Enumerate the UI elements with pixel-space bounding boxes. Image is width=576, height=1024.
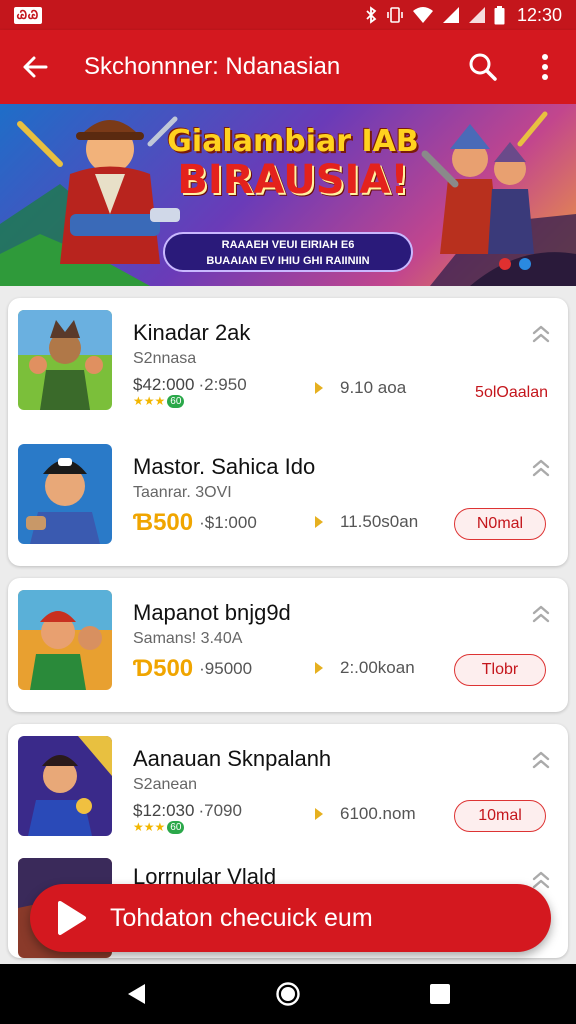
coin-icon	[315, 382, 323, 394]
checkout-fab-button[interactable]: Tohdaton checuick eum	[30, 884, 551, 952]
item-thumbnail	[18, 444, 112, 544]
item-price: $42:000 ·2:950	[133, 375, 247, 395]
rating-stars-icon: ★★★	[133, 394, 166, 408]
item-subtitle: S2anean	[133, 776, 198, 793]
item-thumbnail	[18, 310, 112, 410]
item-tag-button[interactable]: Tlobr	[454, 654, 546, 686]
item-meta: 2:.00koan	[312, 658, 415, 678]
meta-text: 11.50s0an	[340, 512, 419, 531]
item-subtitle: Samans! 3.40A	[133, 630, 243, 647]
meta-text: 6100.nom	[340, 804, 416, 823]
price-value: Ɗ500	[133, 655, 194, 682]
list-item[interactable]: Mapanot bnjg9d Samans! 3.40A Ɗ500 ·95000…	[8, 578, 568, 712]
more-vert-icon	[542, 54, 548, 80]
coin-icon	[315, 808, 323, 820]
nav-back-button[interactable]	[106, 964, 166, 1024]
item-price: Ɓ500 ·$1:000	[133, 509, 257, 537]
search-button[interactable]	[452, 30, 514, 104]
battery-icon	[494, 5, 505, 24]
list-item[interactable]: Aanauan Sknpalanh S2anean $12:030 ·7090 …	[8, 724, 568, 858]
item-price: $12:030 ·7090	[133, 801, 242, 821]
item-meta: 6100.nom	[312, 804, 416, 824]
item-meta: 9.10 aoa	[312, 378, 406, 398]
card-group-2: Mapanot bnjg9d Samans! 3.40A Ɗ500 ·95000…	[8, 578, 568, 712]
play-icon	[30, 898, 110, 938]
item-thumbnail	[18, 590, 112, 690]
price-value: $42:000	[133, 375, 195, 394]
item-rating: ★★★ 60	[133, 820, 185, 834]
more-options-button[interactable]	[514, 30, 576, 104]
list-item[interactable]: Mastor. Sahica Ido Taanrar. 3OVI Ɓ500 ·$…	[8, 432, 568, 566]
item-list: Kinadar 2ak S2nnasa $42:000 ·2:950 ★★★ 6…	[8, 298, 568, 970]
card-group-1: Kinadar 2ak S2nnasa $42:000 ·2:950 ★★★ 6…	[8, 298, 568, 566]
vibrate-icon	[387, 7, 403, 23]
price-value: Ɓ500	[133, 509, 194, 536]
coin-icon	[315, 662, 323, 674]
item-tag-button[interactable]: 10mal	[454, 800, 546, 832]
item-thumbnail	[18, 736, 112, 836]
signal-icon	[442, 7, 459, 23]
price-secondary: ·95000	[199, 659, 253, 678]
app-bar: Skchonnner: Ndanasian	[0, 30, 576, 104]
arrow-back-icon	[23, 56, 48, 78]
item-subtitle: Taanrar. 3OVI	[133, 484, 232, 501]
system-nav-bar	[0, 964, 576, 1024]
clock: 12:30	[516, 4, 562, 25]
item-title: Mapanot bnjg9d	[133, 600, 291, 625]
banner-line-1: Gialambiar IAB	[167, 124, 419, 159]
rating-badge: 60	[167, 820, 185, 834]
price-value: $12:030	[133, 801, 195, 820]
banner-tagline-line-2: BUAAIAN EV IHIU GHI RAIINIIN	[206, 255, 370, 267]
item-title: Mastor. Sahica Ido	[133, 454, 316, 479]
chevron-up-icon[interactable]	[530, 458, 552, 480]
item-title: Kinadar 2ak	[133, 320, 251, 345]
coin-icon	[315, 516, 323, 528]
nav-home-button[interactable]	[258, 964, 318, 1024]
nav-recents-button[interactable]	[410, 964, 470, 1024]
list-item[interactable]: Kinadar 2ak S2nnasa $42:000 ·2:950 ★★★ 6…	[8, 298, 568, 432]
chevron-up-icon[interactable]	[530, 604, 552, 626]
nav-recents-icon	[430, 984, 450, 1004]
nav-back-icon	[128, 984, 145, 1004]
notification-badge: ᏊᏊ	[14, 6, 43, 24]
meta-text: 9.10 aoa	[340, 378, 407, 397]
price-secondary: ·$1:000	[199, 513, 257, 532]
search-icon	[469, 53, 497, 81]
item-price: Ɗ500 ·95000	[133, 655, 252, 683]
item-rating: ★★★ 60	[133, 394, 185, 408]
signal-2-icon	[468, 7, 485, 23]
banner-line-2: BIRAUSIA!	[177, 157, 409, 203]
price-secondary: ·2:950	[198, 375, 247, 394]
wifi-icon	[412, 7, 433, 23]
chevron-up-icon[interactable]	[530, 750, 552, 772]
chevron-up-icon[interactable]	[530, 324, 552, 346]
banner-tagline-line-1: RAAAEH VEUI EIRIAH E6	[221, 239, 355, 251]
item-tag: 5olOaalan	[475, 384, 548, 401]
page-title: Skchonnner: Ndanasian	[84, 53, 341, 80]
banner-tagline: RAAAEH VEUI EIRIAH E6 BUAAIAN EV IHIU GH…	[163, 232, 413, 272]
banner-headline: Gialambiar IAB BIRAUSIA!	[160, 124, 426, 203]
item-tag-button[interactable]: N0mal	[454, 508, 546, 540]
rating-stars-icon: ★★★	[133, 820, 166, 834]
item-title: Aanauan Sknpalanh	[133, 746, 332, 771]
bluetooth-icon	[366, 6, 377, 24]
back-button[interactable]	[0, 30, 70, 104]
fab-label: Tohdaton checuick eum	[110, 903, 373, 932]
status-bar: ᏊᏊ 12:30	[0, 0, 576, 30]
price-secondary: ·7090	[198, 801, 242, 820]
item-meta: 11.50s0an	[312, 512, 418, 532]
rating-badge: 60	[167, 394, 185, 408]
item-subtitle: S2nnasa	[133, 350, 197, 367]
promo-banner[interactable]: Gialambiar IAB BIRAUSIA! RAAAEH VEUI EIR…	[0, 104, 576, 286]
meta-text: 2:.00koan	[340, 658, 415, 677]
nav-home-icon	[276, 982, 300, 1006]
